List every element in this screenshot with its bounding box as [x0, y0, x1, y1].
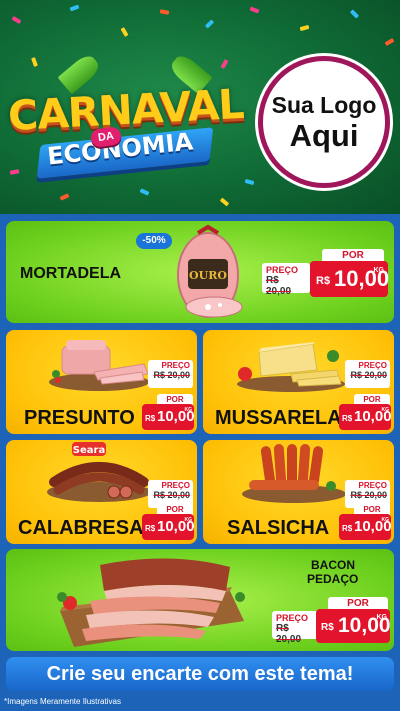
confetti [9, 169, 20, 175]
logo-placeholder[interactable]: Sua Logo Aqui [258, 56, 390, 188]
confetti [299, 24, 310, 32]
por-price-tag: R$ 10,00 KG [310, 261, 389, 297]
disclaimer-text: *Imagens Meramente Ilustrativas [4, 697, 121, 706]
logo-text-line1: Sua Logo [271, 92, 377, 118]
product-card-bacon[interactable]: BACON PEDAÇO PREÇO R$ 20,00 POR R$ 10,00… [6, 549, 394, 651]
confetti [31, 57, 38, 67]
por-price-tag: R$ 10,00 KG [339, 514, 392, 540]
create-flyer-button[interactable]: Crie seu encarte com este tema! [6, 657, 394, 691]
product-name: CALABRESA [18, 517, 144, 539]
price-box: PREÇO R$ 20,00 POR R$ 10,00 KG [262, 249, 389, 299]
currency-label: R$ [316, 275, 331, 287]
confetti [139, 188, 150, 196]
confetti [59, 193, 70, 201]
salsicha-image [242, 444, 346, 503]
old-price: R$ 20,00 [350, 370, 387, 380]
confetti [69, 4, 80, 12]
product-card-mussarela[interactable]: MUSSARELA PREÇO R$ 20,00 POR R$ 10,00 KG [203, 330, 394, 434]
currency-label: R$ [342, 414, 353, 423]
confetti [204, 19, 215, 29]
por-price-tag: R$ 10,00 KG [316, 609, 391, 643]
preco-label: PREÇO [358, 481, 387, 490]
preco-tag: PREÇO R$ 20,00 [345, 360, 390, 388]
product-name-line2: PEDAÇO [307, 572, 359, 586]
confetti [219, 197, 230, 207]
product-name: MORTADELA [20, 265, 122, 282]
currency-label: R$ [145, 414, 156, 423]
preco-tag: PREÇO R$ 20,00 [148, 360, 193, 388]
brand-label: Seara [73, 445, 105, 456]
create-flyer-label: Crie seu encarte com este tema! [46, 662, 354, 685]
currency-label: R$ [321, 622, 334, 633]
unit-label: KG [184, 407, 193, 413]
product-name: PRESUNTO [24, 407, 135, 429]
unit-label: KG [376, 614, 388, 621]
confetti [11, 16, 22, 24]
logo-text-line2: Aqui [289, 118, 359, 153]
por-price-tag: R$ 10,00 KG [339, 404, 392, 430]
confetti [120, 27, 129, 37]
old-price: R$ 20,00 [266, 275, 292, 297]
por-price-tag: R$ 10,00 KG [142, 514, 195, 540]
confetti [244, 178, 255, 186]
price-box: PREÇO R$ 20,00 POR R$ 10,00 KG [272, 597, 391, 645]
product-card-presunto[interactable]: PRESUNTO PREÇO R$ 20,00 POR R$ 10,00 KG [6, 330, 197, 434]
product-name-line1: BACON [311, 558, 355, 572]
unit-label: KG [381, 517, 390, 523]
discount-badge: -50% [136, 233, 172, 249]
calabresa-image: Seara [47, 442, 151, 502]
confetti [159, 9, 170, 15]
preco-label: PREÇO [266, 265, 299, 275]
unit-label: KG [373, 267, 385, 274]
product-card-mortadela[interactable]: MORTADELA OURO PREÇO R$ 20,00 POR R$ 10,… [6, 221, 394, 323]
unit-label: KG [184, 517, 193, 523]
confetti [249, 6, 260, 14]
old-price: R$ 20,00 [276, 623, 302, 645]
confetti [384, 38, 395, 46]
old-price: R$ 20,00 [350, 490, 387, 500]
preco-tag: PREÇO R$ 20,00 [262, 263, 310, 297]
confetti [220, 59, 229, 69]
mussarela-image [237, 342, 345, 392]
product-name: SALSICHA [227, 517, 330, 539]
product-name: MUSSARELA [215, 407, 342, 429]
preco-label: PREÇO [161, 361, 190, 370]
currency-label: R$ [342, 524, 353, 533]
preco-label: PREÇO [161, 481, 190, 490]
preco-label: PREÇO [276, 613, 309, 623]
product-card-salsicha[interactable]: SALSICHA PREÇO R$ 20,00 POR R$ 10,00 KG [203, 440, 394, 544]
preco-tag: PREÇO R$ 20,00 [272, 611, 318, 645]
brand-label: OURO [189, 269, 227, 282]
presunto-image [49, 340, 149, 391]
mortadela-image: OURO [177, 224, 243, 318]
por-price-tag: R$ 10,00 KG [142, 404, 195, 430]
preco-label: PREÇO [358, 361, 387, 370]
confetti [349, 9, 360, 19]
old-price: R$ 20,00 [153, 370, 190, 380]
bacon-image [57, 558, 245, 647]
unit-label: KG [381, 407, 390, 413]
old-price: R$ 20,00 [153, 490, 190, 500]
currency-label: R$ [145, 524, 156, 533]
header-banner: CARNAVAL ECONOMIA DA Sua Logo Aqui [0, 0, 400, 214]
product-card-calabresa[interactable]: Seara CALABRESA PREÇO R$ 20,00 POR R$ 10… [6, 440, 197, 544]
